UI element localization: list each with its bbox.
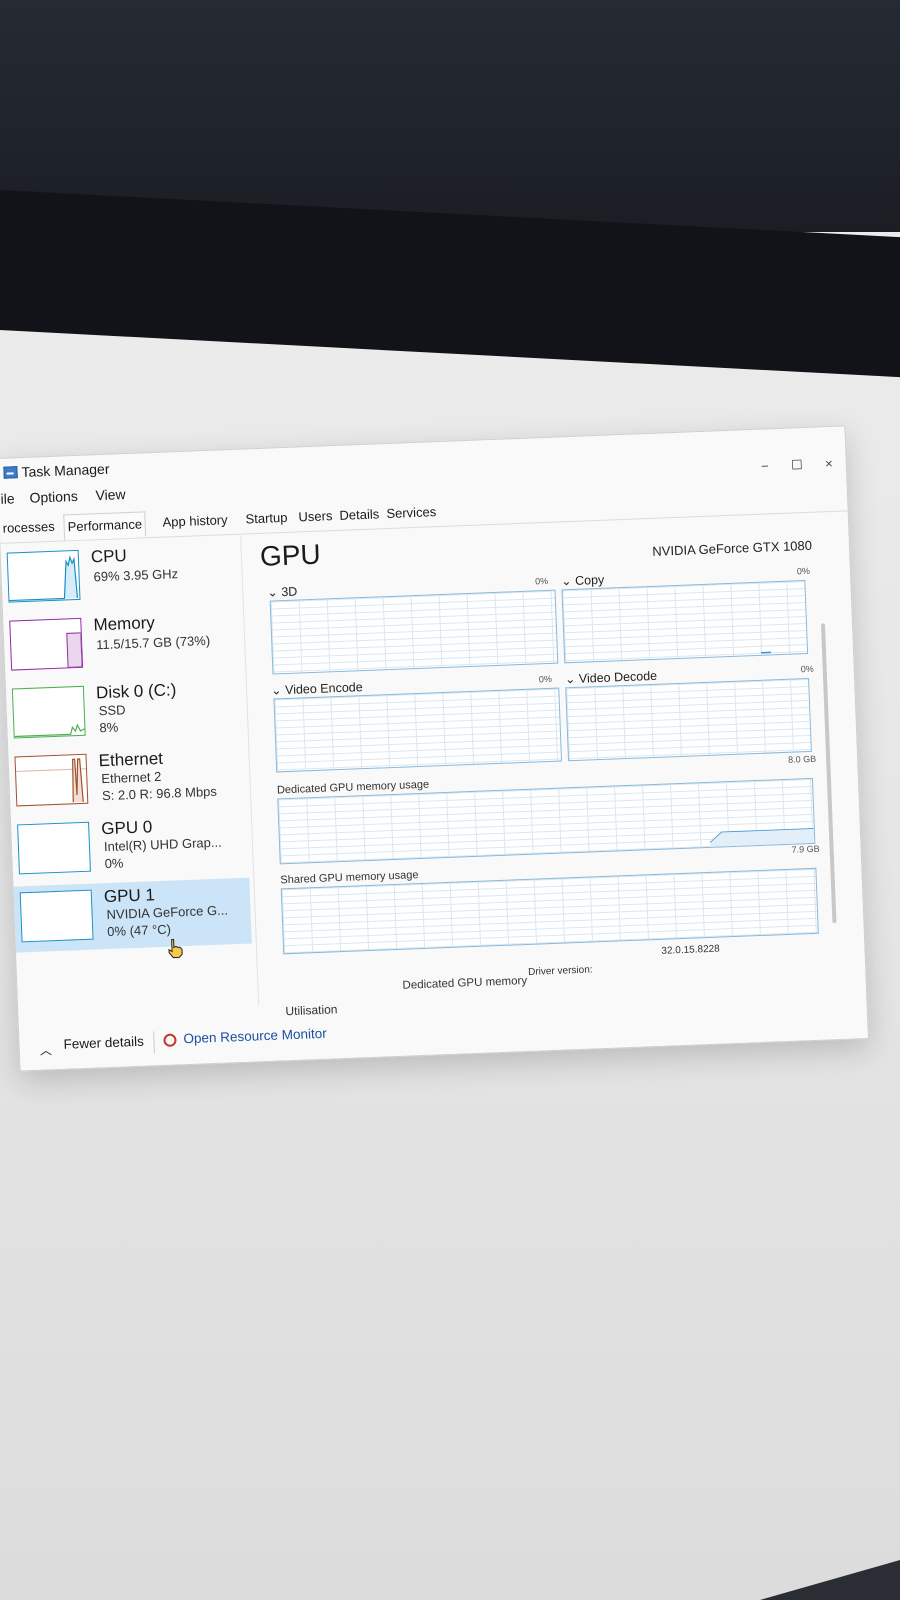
sidebar-item-label: CPU [90,546,128,567]
sidebar-item-label: GPU 0 [100,817,153,839]
sidebar-item-type: SSD [98,702,126,719]
sidebar-item-adapter: Ethernet 2 [101,768,162,787]
engine-copy-name: Copy [574,572,605,588]
task-manager-window: Task Manager − ☐ × ile Options View roce… [0,425,869,1072]
sidebar-item-memory[interactable]: Memory 11.5/15.7 GB (73%) [3,606,241,681]
engine-copy-graph [561,580,809,664]
chevron-up-icon[interactable]: ︿ [39,1041,53,1058]
tab-app-history[interactable]: App history [159,508,231,535]
footer-separator [153,1031,155,1054]
resource-sidebar: CPU 69% 3.95 GHz Memory 11.5/15.7 GB (73… [0,535,260,1015]
menu-file[interactable]: ile [0,490,15,507]
menu-view[interactable]: View [95,486,126,503]
vertical-scrollbar[interactable] [820,623,837,924]
engine-video-encode-graph [273,687,563,773]
ethernet-mini-graph [14,753,89,807]
window-title: Task Manager [21,460,110,481]
sidebar-item-gpu1[interactable]: GPU 1 NVIDIA GeForce G... 0% (47 °C) [13,877,252,959]
sidebar-item-detail: 0% (47 °C) [106,921,172,940]
task-manager-icon [3,466,18,479]
monitor-corner [760,1560,900,1600]
driver-version-label: Driver version: [527,964,593,978]
tab-services[interactable]: Services [383,500,440,526]
sidebar-item-detail: S: 2.0 R: 96.8 Mbps [101,783,218,804]
menu-options[interactable]: Options [29,488,78,506]
sidebar-item-label: Ethernet [98,748,164,771]
sidebar-item-label: Disk 0 (C:) [95,680,177,703]
page-title: GPU [259,538,322,572]
engine-video-encode-percent: 0% [538,673,553,685]
engine-3d-graph [269,589,559,675]
tab-details[interactable]: Details [336,502,383,528]
cpu-mini-graph [6,549,81,603]
sidebar-item-detail: 11.5/15.7 GB (73%) [95,632,211,653]
minimize-button[interactable]: − [749,455,780,478]
fewer-details-button[interactable]: Fewer details [63,1034,144,1052]
gpu-detail-panel: GPU NVIDIA GeForce GTX 1080 ⌄ 3D 0% ⌄ Co… [255,513,843,1018]
resource-monitor-icon[interactable] [163,1033,177,1047]
close-button[interactable]: × [813,452,844,475]
engine-3d-percent: 0% [534,575,549,587]
engine-video-decode-graph [565,677,812,762]
tab-processes[interactable]: rocesses [0,515,58,541]
shared-memory-max: 7.9 GB [791,843,820,855]
sidebar-item-detail: 69% 3.95 GHz [93,566,179,585]
sidebar-item-detail: 8% [99,719,119,736]
sidebar-item-label: Memory [93,613,156,635]
maximize-button[interactable]: ☐ [781,454,812,477]
sidebar-item-gpu0[interactable]: GPU 0 Intel(R) UHD Grap... 0% [11,810,249,885]
driver-version-value: 32.0.15.8228 [661,943,720,957]
tab-startup[interactable]: Startup [242,506,291,532]
sidebar-item-model: NVIDIA GeForce G... [106,902,229,923]
hand-cursor-icon [168,939,183,959]
tab-users[interactable]: Users [295,504,336,530]
engine-copy-label[interactable]: ⌄ Copy [561,572,605,589]
memory-mini-graph [9,617,84,671]
dedicated-memory-max: 8.0 GB [787,753,817,765]
sidebar-item-model: Intel(R) UHD Grap... [103,834,222,855]
engine-3d-label[interactable]: ⌄ 3D [267,584,297,600]
sidebar-item-cpu[interactable]: CPU 69% 3.95 GHz [0,538,238,613]
sidebar-item-ethernet[interactable]: Ethernet Ethernet 2 S: 2.0 R: 96.8 Mbps [8,742,246,817]
dedicated-memory-stat-label: Dedicated GPU memory [402,975,528,992]
gpu1-mini-graph [19,889,94,943]
sidebar-item-label: GPU 1 [103,885,156,907]
gpu-model-name: NVIDIA GeForce GTX 1080 [652,537,813,559]
open-resource-monitor-link[interactable]: Open Resource Monitor [183,1026,327,1046]
engine-video-decode-percent: 0% [800,663,814,675]
disk-mini-graph [11,685,86,739]
tab-performance[interactable]: Performance [63,511,147,541]
engine-copy-percent: 0% [796,565,811,577]
sidebar-item-detail: 0% [104,855,124,872]
sidebar-item-disk[interactable]: Disk 0 (C:) SSD 8% [6,674,244,749]
engine-3d-name: 3D [281,584,298,600]
gpu0-mini-graph [17,821,91,875]
